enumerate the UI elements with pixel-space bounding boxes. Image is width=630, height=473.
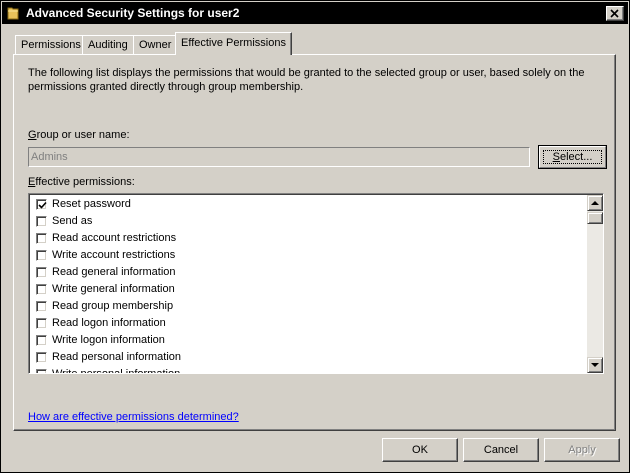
arrow-down-icon: [591, 363, 599, 367]
permission-checkbox[interactable]: [36, 318, 47, 329]
tab-effective-permissions[interactable]: Effective Permissions: [175, 32, 292, 55]
scroll-down-button[interactable]: [587, 357, 603, 373]
permission-label: Write general information: [52, 283, 175, 295]
permission-label: Write account restrictions: [52, 249, 176, 261]
permission-checkbox[interactable]: [36, 284, 47, 295]
select-button-label: Select...: [539, 151, 606, 163]
permission-checkbox[interactable]: [36, 250, 47, 261]
apply-button-label: Apply: [568, 444, 596, 456]
close-icon: [610, 9, 619, 18]
arrow-up-icon: [591, 201, 599, 205]
ok-button[interactable]: OK: [382, 438, 458, 462]
window-title: Advanced Security Settings for user2: [26, 6, 240, 20]
permission-checkbox[interactable]: [36, 199, 47, 210]
effective-permissions-label: Effective permissions:: [28, 176, 135, 188]
cancel-button[interactable]: Cancel: [463, 438, 539, 462]
tab-permissions[interactable]: Permissions: [15, 35, 87, 54]
permission-checkbox[interactable]: [36, 233, 47, 244]
group-user-label: Group or user name:: [28, 129, 130, 141]
checkmark-icon: [38, 201, 47, 209]
advanced-security-settings-dialog: Advanced Security Settings for user2 Per…: [0, 0, 630, 473]
vertical-scrollbar[interactable]: [587, 195, 603, 373]
effective-label-text: ffective permissions:: [35, 176, 135, 188]
permission-checkbox[interactable]: [36, 267, 47, 278]
ok-button-label: OK: [412, 444, 428, 456]
select-accelerator: S: [552, 151, 560, 163]
permission-label: Read personal information: [52, 351, 182, 363]
permission-label: Read group membership: [52, 300, 174, 312]
group-label-text: roup or user name:: [36, 129, 130, 141]
permission-checkbox[interactable]: [36, 335, 47, 346]
scroll-up-button[interactable]: [587, 195, 603, 211]
effective-permissions-help-link[interactable]: How are effective permissions determined…: [28, 411, 239, 423]
permission-label: Write personal information: [52, 368, 180, 373]
select-button[interactable]: Select...: [538, 145, 607, 169]
permission-label: Reset password: [52, 198, 131, 210]
permission-label: Read logon information: [52, 317, 166, 329]
permissions-list-viewport: Write personal information Read personal …: [29, 194, 603, 373]
cancel-button-label: Cancel: [483, 444, 519, 456]
permission-label: Write logon information: [52, 334, 165, 346]
effective-permissions-list[interactable]: Write personal information Read personal …: [28, 193, 604, 374]
effective-permissions-panel: The following list displays the permissi…: [13, 54, 616, 431]
scroll-thumb[interactable]: [587, 212, 603, 224]
title-bar[interactable]: Advanced Security Settings for user2: [2, 2, 628, 24]
apply-button[interactable]: Apply: [544, 438, 620, 462]
group-label-accelerator: G: [28, 129, 37, 141]
permission-label: Read general information: [52, 266, 176, 278]
permission-checkbox[interactable]: [36, 216, 47, 227]
permission-label: Read account restrictions: [52, 232, 177, 244]
close-button[interactable]: [606, 6, 624, 21]
permission-checkbox[interactable]: [36, 352, 47, 363]
permission-label: Send as: [52, 215, 93, 227]
group-user-name-field[interactable]: [28, 147, 530, 167]
permission-checkbox[interactable]: [36, 369, 47, 373]
select-label-text: elect...: [559, 151, 593, 163]
tab-auditing[interactable]: Auditing: [82, 35, 134, 54]
panel-description: The following list displays the permissi…: [28, 67, 585, 93]
folder-icon: [7, 7, 19, 20]
permission-checkbox[interactable]: [36, 301, 47, 312]
tab-owner[interactable]: Owner: [133, 35, 178, 54]
